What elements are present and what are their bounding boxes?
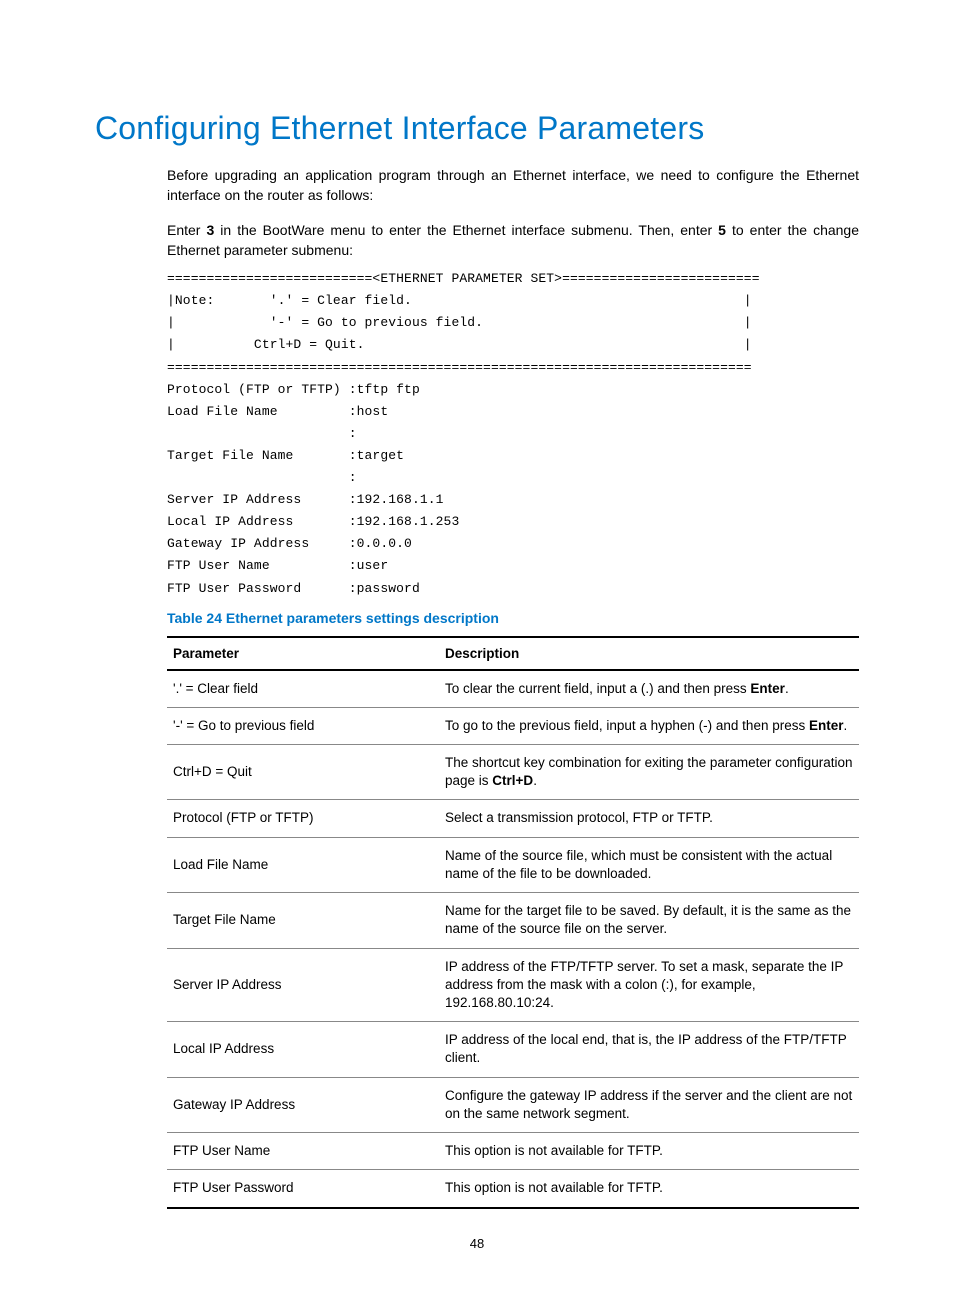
desc-text: Configure the gateway IP address if the … xyxy=(445,1088,852,1121)
table-row: Local IP Address IP address of the local… xyxy=(167,1022,859,1077)
desc-text: This option is not available for TFTP. xyxy=(445,1143,663,1158)
desc-cell: The shortcut key combination for exiting… xyxy=(439,745,859,800)
param-cell: Server IP Address xyxy=(167,948,439,1022)
table-row: Target File Name Name for the target fil… xyxy=(167,893,859,948)
desc-cell: To go to the previous field, input a hyp… xyxy=(439,707,859,744)
desc-text: Name for the target file to be saved. By… xyxy=(445,903,851,936)
param-cell: Local IP Address xyxy=(167,1022,439,1077)
desc-bold: Enter xyxy=(809,718,844,733)
content: Before upgrading an application program … xyxy=(167,165,859,1209)
p2-text-c: in the BootWare menu to enter the Ethern… xyxy=(214,222,718,238)
desc-cell: This option is not available for TFTP. xyxy=(439,1170,859,1208)
desc-text: . xyxy=(785,681,789,696)
table-row: Protocol (FTP or TFTP) Select a transmis… xyxy=(167,800,859,837)
desc-bold: Enter xyxy=(750,681,785,696)
p2-text-a: Enter xyxy=(167,222,206,238)
param-cell: Ctrl+D = Quit xyxy=(167,745,439,800)
intro-paragraph: Before upgrading an application program … xyxy=(167,165,859,206)
param-cell: Protocol (FTP or TFTP) xyxy=(167,800,439,837)
desc-text: This option is not available for TFTP. xyxy=(445,1180,663,1195)
desc-text: Select a transmission protocol, FTP or T… xyxy=(445,810,713,825)
page-number: 48 xyxy=(0,1236,954,1251)
desc-cell: To clear the current field, input a (.) … xyxy=(439,670,859,708)
page: Configuring Ethernet Interface Parameter… xyxy=(0,0,954,1296)
table-row: FTP User Password This option is not ava… xyxy=(167,1170,859,1208)
table-row: '-' = Go to previous field To go to the … xyxy=(167,707,859,744)
param-cell: FTP User Password xyxy=(167,1170,439,1208)
desc-cell: Select a transmission protocol, FTP or T… xyxy=(439,800,859,837)
desc-cell: This option is not available for TFTP. xyxy=(439,1133,859,1170)
desc-text: To go to the previous field, input a hyp… xyxy=(445,718,809,733)
desc-cell: IP address of the FTP/TFTP server. To se… xyxy=(439,948,859,1022)
table-header-parameter: Parameter xyxy=(167,637,439,670)
table-row: Ctrl+D = Quit The shortcut key combinati… xyxy=(167,745,859,800)
desc-text: To clear the current field, input a (.) … xyxy=(445,681,750,696)
param-cell: '-' = Go to previous field xyxy=(167,707,439,744)
ethernet-parameter-code-block: ==========================<ETHERNET PARA… xyxy=(167,268,859,599)
desc-cell: Name for the target file to be saved. By… xyxy=(439,893,859,948)
param-cell: '.' = Clear field xyxy=(167,670,439,708)
desc-cell: Name of the source file, which must be c… xyxy=(439,837,859,892)
table-row: Gateway IP Address Configure the gateway… xyxy=(167,1077,859,1132)
table-row: Server IP Address IP address of the FTP/… xyxy=(167,948,859,1022)
desc-bold: Ctrl+D xyxy=(492,773,533,788)
p2-bold-5: 5 xyxy=(718,222,726,238)
table-row: '.' = Clear field To clear the current f… xyxy=(167,670,859,708)
desc-text: IP address of the local end, that is, th… xyxy=(445,1032,846,1065)
parameters-table: Parameter Description '.' = Clear field … xyxy=(167,636,859,1209)
page-title: Configuring Ethernet Interface Parameter… xyxy=(95,110,859,147)
desc-cell: IP address of the local end, that is, th… xyxy=(439,1022,859,1077)
param-cell: Gateway IP Address xyxy=(167,1077,439,1132)
table-row: FTP User Name This option is not availab… xyxy=(167,1133,859,1170)
desc-text: . xyxy=(844,718,848,733)
desc-cell: Configure the gateway IP address if the … xyxy=(439,1077,859,1132)
param-cell: Load File Name xyxy=(167,837,439,892)
param-cell: Target File Name xyxy=(167,893,439,948)
desc-text: Name of the source file, which must be c… xyxy=(445,848,832,881)
param-cell: FTP User Name xyxy=(167,1133,439,1170)
table-caption: Table 24 Ethernet parameters settings de… xyxy=(167,610,859,626)
desc-text: . xyxy=(533,773,537,788)
desc-text: IP address of the FTP/TFTP server. To se… xyxy=(445,959,843,1010)
table-row: Load File Name Name of the source file, … xyxy=(167,837,859,892)
instruction-paragraph: Enter 3 in the BootWare menu to enter th… xyxy=(167,220,859,261)
table-header-description: Description xyxy=(439,637,859,670)
